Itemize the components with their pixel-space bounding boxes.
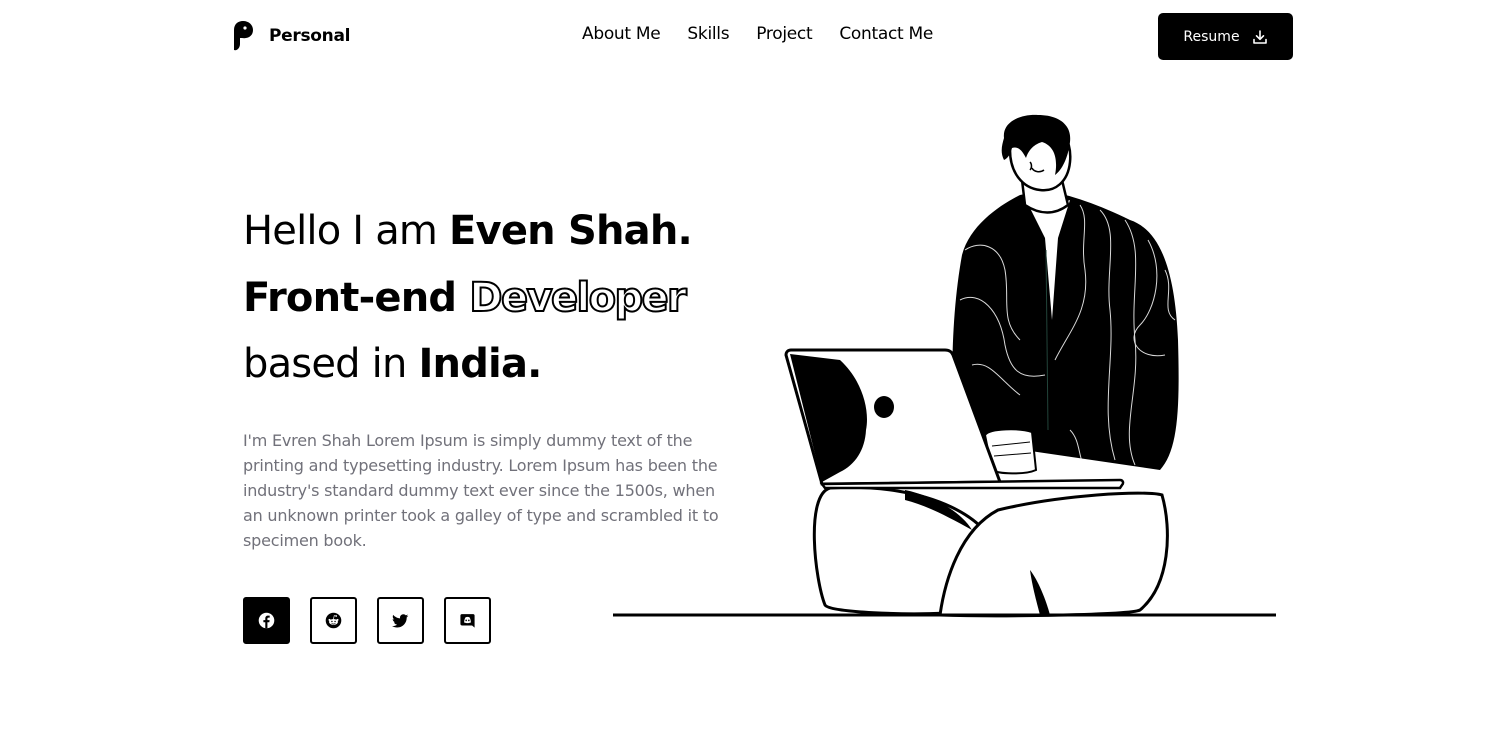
developer-illustration [613, 114, 1276, 618]
nav-contact-me[interactable]: Contact Me [839, 24, 933, 44]
discord-icon [460, 614, 475, 628]
logo-text: Personal [269, 26, 351, 46]
nav-about-me[interactable]: About Me [582, 24, 661, 44]
twitter-button[interactable] [377, 597, 424, 644]
reddit-icon [325, 612, 342, 629]
hero-role: Front-end [243, 275, 470, 321]
resume-label: Resume [1183, 28, 1240, 45]
facebook-button[interactable] [243, 597, 290, 644]
resume-button[interactable]: Resume [1158, 13, 1293, 60]
social-links [243, 597, 491, 644]
logo-icon [234, 21, 253, 51]
main-nav: About Me Skills Project Contact Me [582, 24, 933, 44]
reddit-button[interactable] [310, 597, 357, 644]
nav-skills[interactable]: Skills [687, 24, 729, 44]
discord-button[interactable] [444, 597, 491, 644]
twitter-icon [392, 614, 409, 628]
hero-line-3: based in India. [243, 341, 542, 387]
hero-location-prefix: based in [243, 341, 419, 387]
page: Personal About Me Skills Project Contact… [0, 0, 1510, 756]
hero-location: India. [418, 341, 542, 387]
facebook-icon [258, 612, 275, 629]
hero-greeting: Hello I am [243, 208, 450, 254]
logo[interactable]: Personal [232, 20, 350, 52]
nav-project[interactable]: Project [756, 24, 812, 44]
download-icon [1252, 29, 1267, 44]
